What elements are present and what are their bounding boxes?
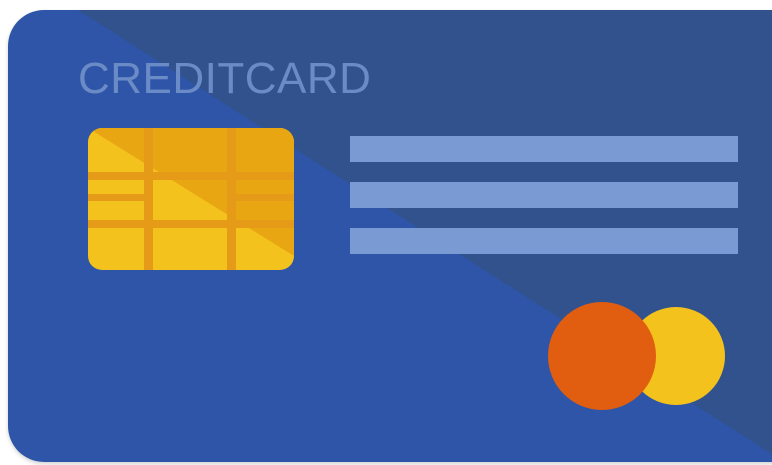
card-stripe [350,182,738,208]
card-title: CREDITCARD [78,54,372,103]
card-stripe [350,136,738,162]
card-stripe [350,228,738,254]
credit-card: CREDITCARD [8,10,772,462]
card-brand-logo-icon [548,302,725,410]
card-stripes [350,136,740,258]
credit-card-illustration: CREDITCARD [0,0,772,465]
emv-chip-icon [88,128,294,270]
